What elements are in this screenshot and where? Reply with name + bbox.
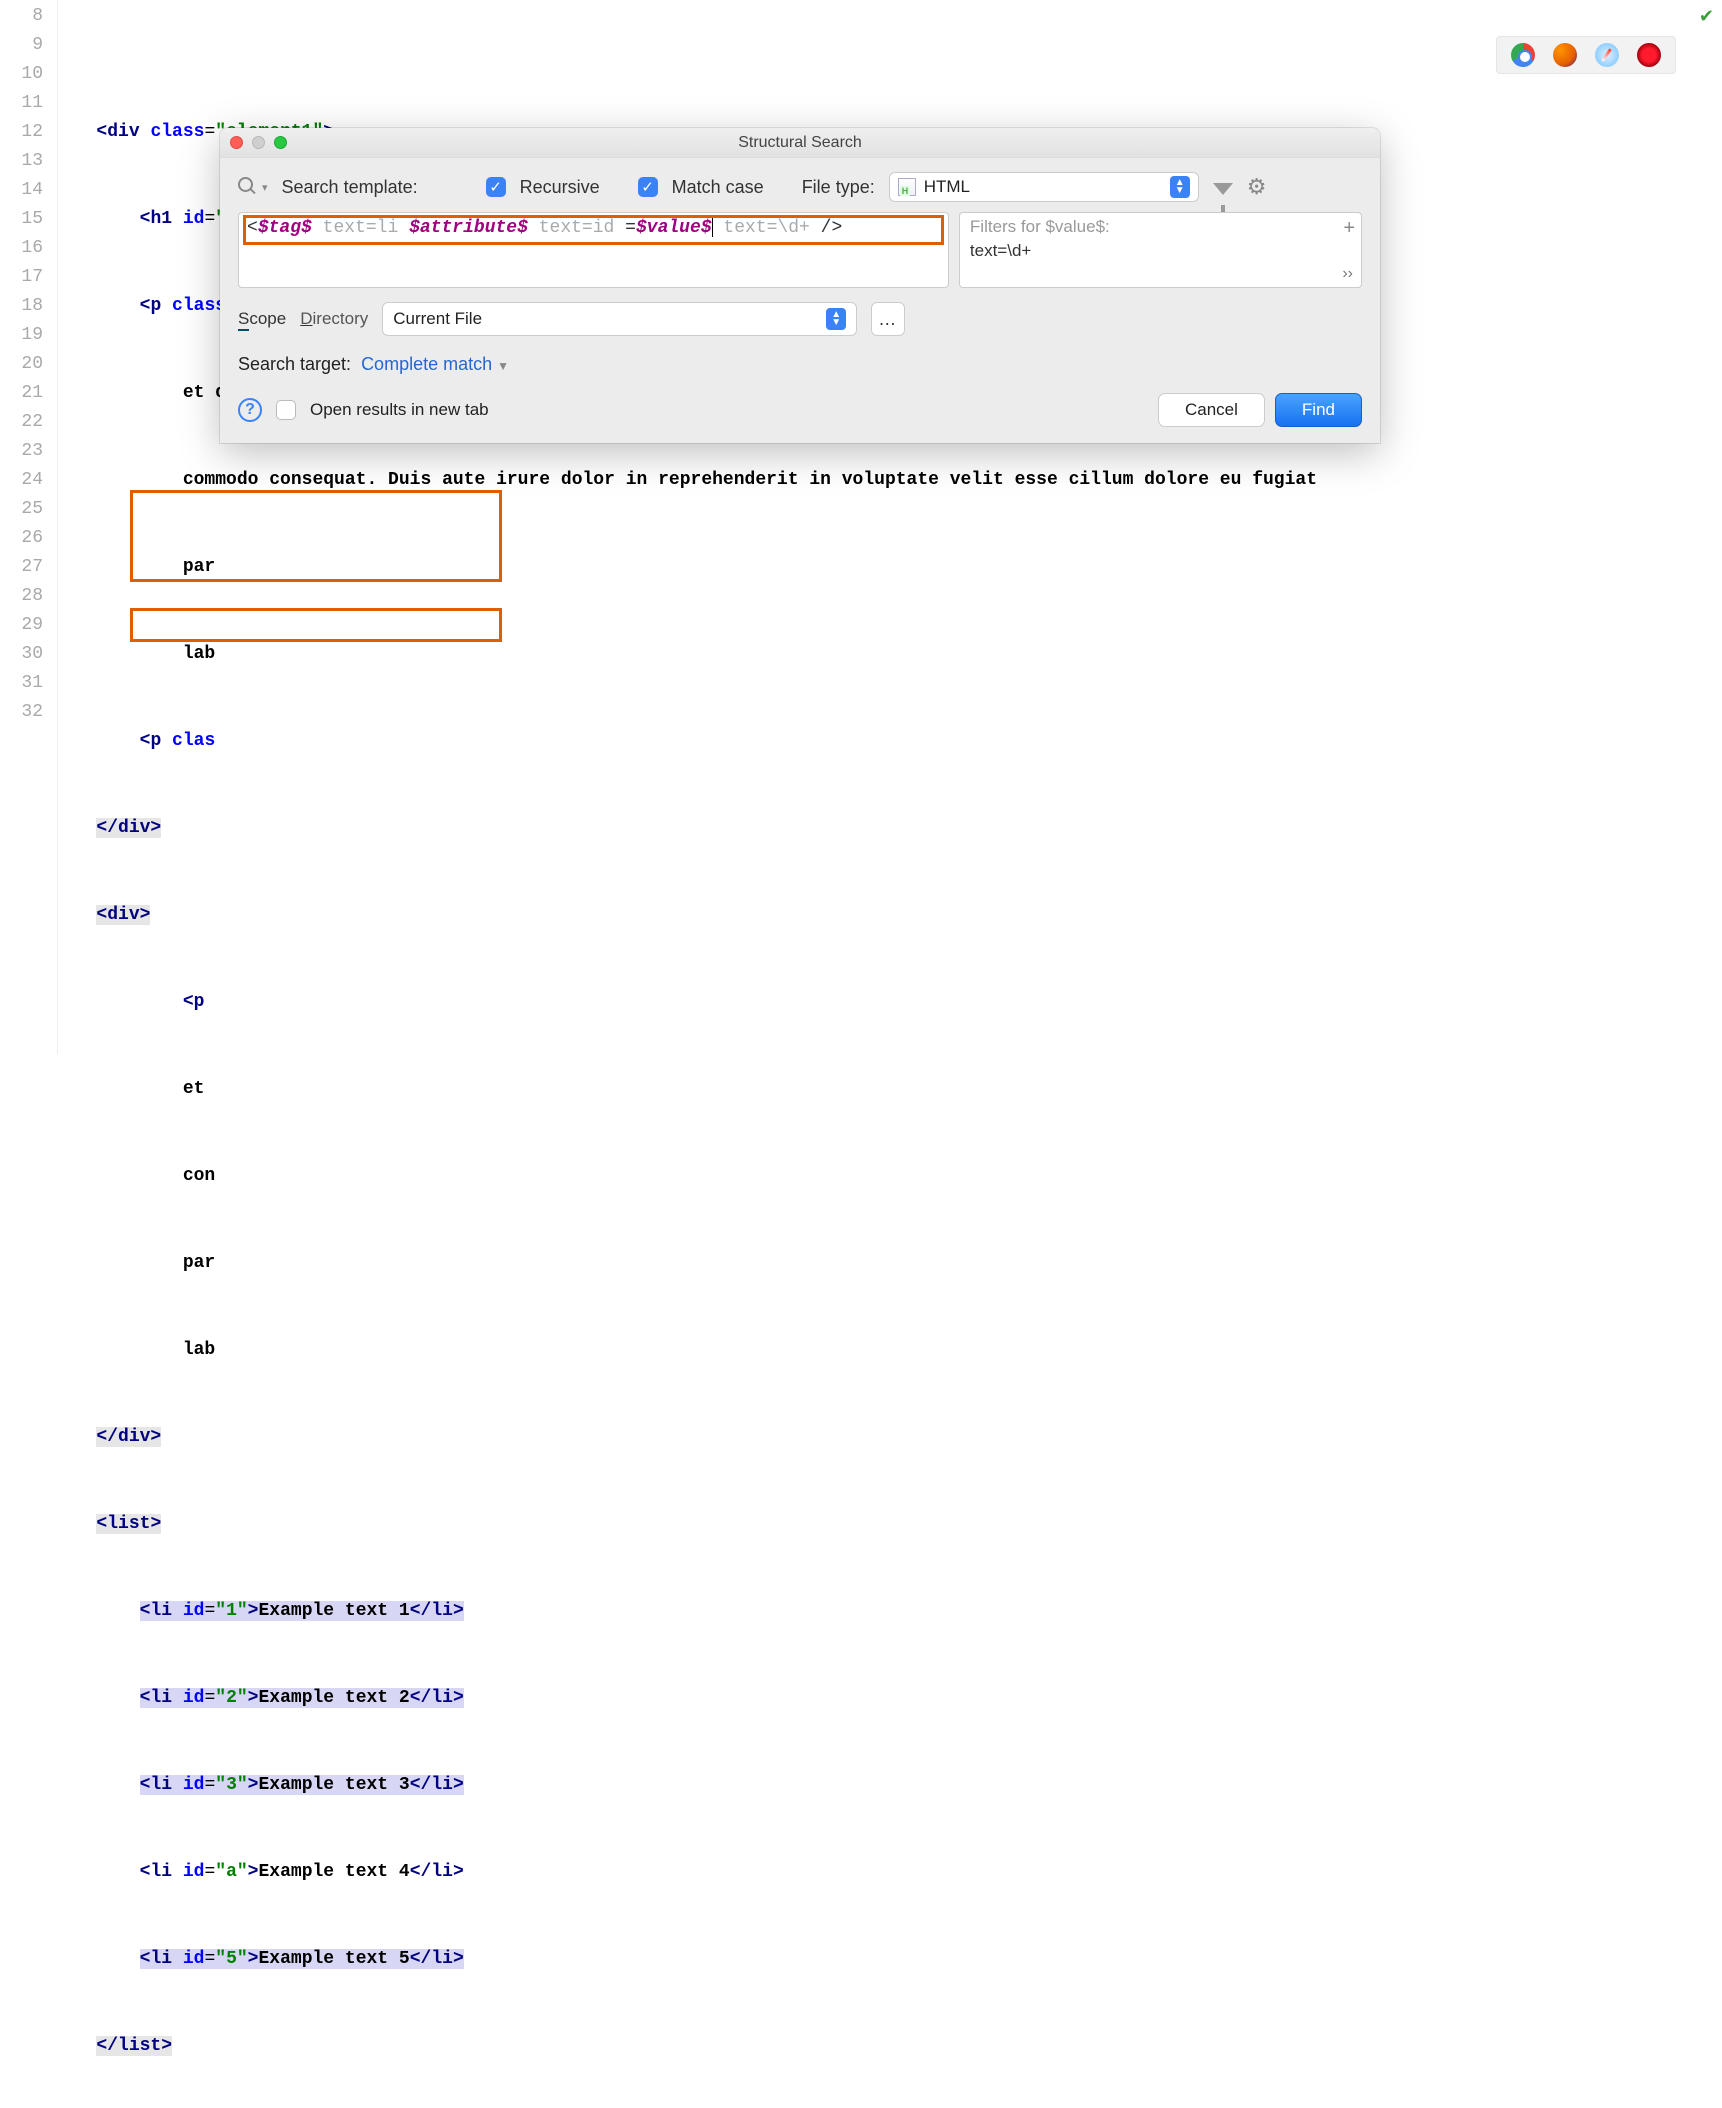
scope-tab[interactable]: Scope: [238, 309, 286, 329]
dialog-titlebar: Structural Search: [220, 128, 1380, 158]
help-icon[interactable]: ?: [238, 398, 262, 422]
filters-panel[interactable]: Filters for $value$: text=\d+ + ››: [959, 212, 1362, 288]
opera-icon[interactable]: [1637, 43, 1661, 67]
html-file-icon: [898, 178, 916, 196]
scope-select[interactable]: Current File ▲▼: [382, 302, 857, 336]
search-icon[interactable]: [238, 177, 258, 197]
recursive-checkbox[interactable]: ✓: [486, 177, 506, 197]
directory-tab[interactable]: Directory: [300, 309, 368, 329]
match-case-checkbox[interactable]: ✓: [638, 177, 658, 197]
filters-label: Filters for $value$:: [970, 217, 1351, 237]
add-filter-icon[interactable]: +: [1343, 217, 1355, 240]
cancel-button[interactable]: Cancel: [1158, 393, 1265, 427]
search-template-label: Search template:: [282, 177, 418, 198]
search-target-dropdown[interactable]: Complete match ▼: [361, 354, 509, 375]
chevron-updown-icon: ▲▼: [1170, 176, 1190, 198]
safari-icon[interactable]: [1595, 43, 1619, 67]
structural-search-dialog: Structural Search ▾ Search template: ✓ R…: [220, 128, 1380, 443]
search-template-input[interactable]: <$tag$ text=li $attribute$ text=id =$val…: [238, 212, 949, 288]
chrome-icon[interactable]: [1511, 43, 1535, 67]
find-button[interactable]: Find: [1275, 393, 1362, 427]
gear-icon[interactable]: ⚙: [1247, 174, 1267, 200]
dialog-title: Structural Search: [738, 134, 862, 152]
search-target-label: Search target:: [238, 354, 351, 375]
zoom-window-icon[interactable]: [274, 136, 287, 149]
minimize-window-icon: [252, 136, 265, 149]
line-number-gutter: 8910 111213 141516 171819 202122 232425 …: [0, 0, 58, 1054]
browse-button[interactable]: …: [871, 302, 905, 336]
highlight-box-2: [130, 608, 502, 642]
firefox-icon[interactable]: [1553, 43, 1577, 67]
browser-preview-toolbar: [1496, 36, 1676, 74]
inspection-ok-icon: ✔: [1699, 4, 1714, 33]
chevron-updown-icon: ▲▼: [826, 308, 846, 330]
filter-icon[interactable]: [1213, 179, 1233, 195]
open-results-checkbox[interactable]: [276, 400, 296, 420]
close-window-icon[interactable]: [230, 136, 243, 149]
file-type-select[interactable]: HTML ▲▼: [889, 172, 1199, 202]
filters-text: text=\d+: [970, 241, 1351, 261]
more-icon[interactable]: ››: [1342, 265, 1353, 283]
